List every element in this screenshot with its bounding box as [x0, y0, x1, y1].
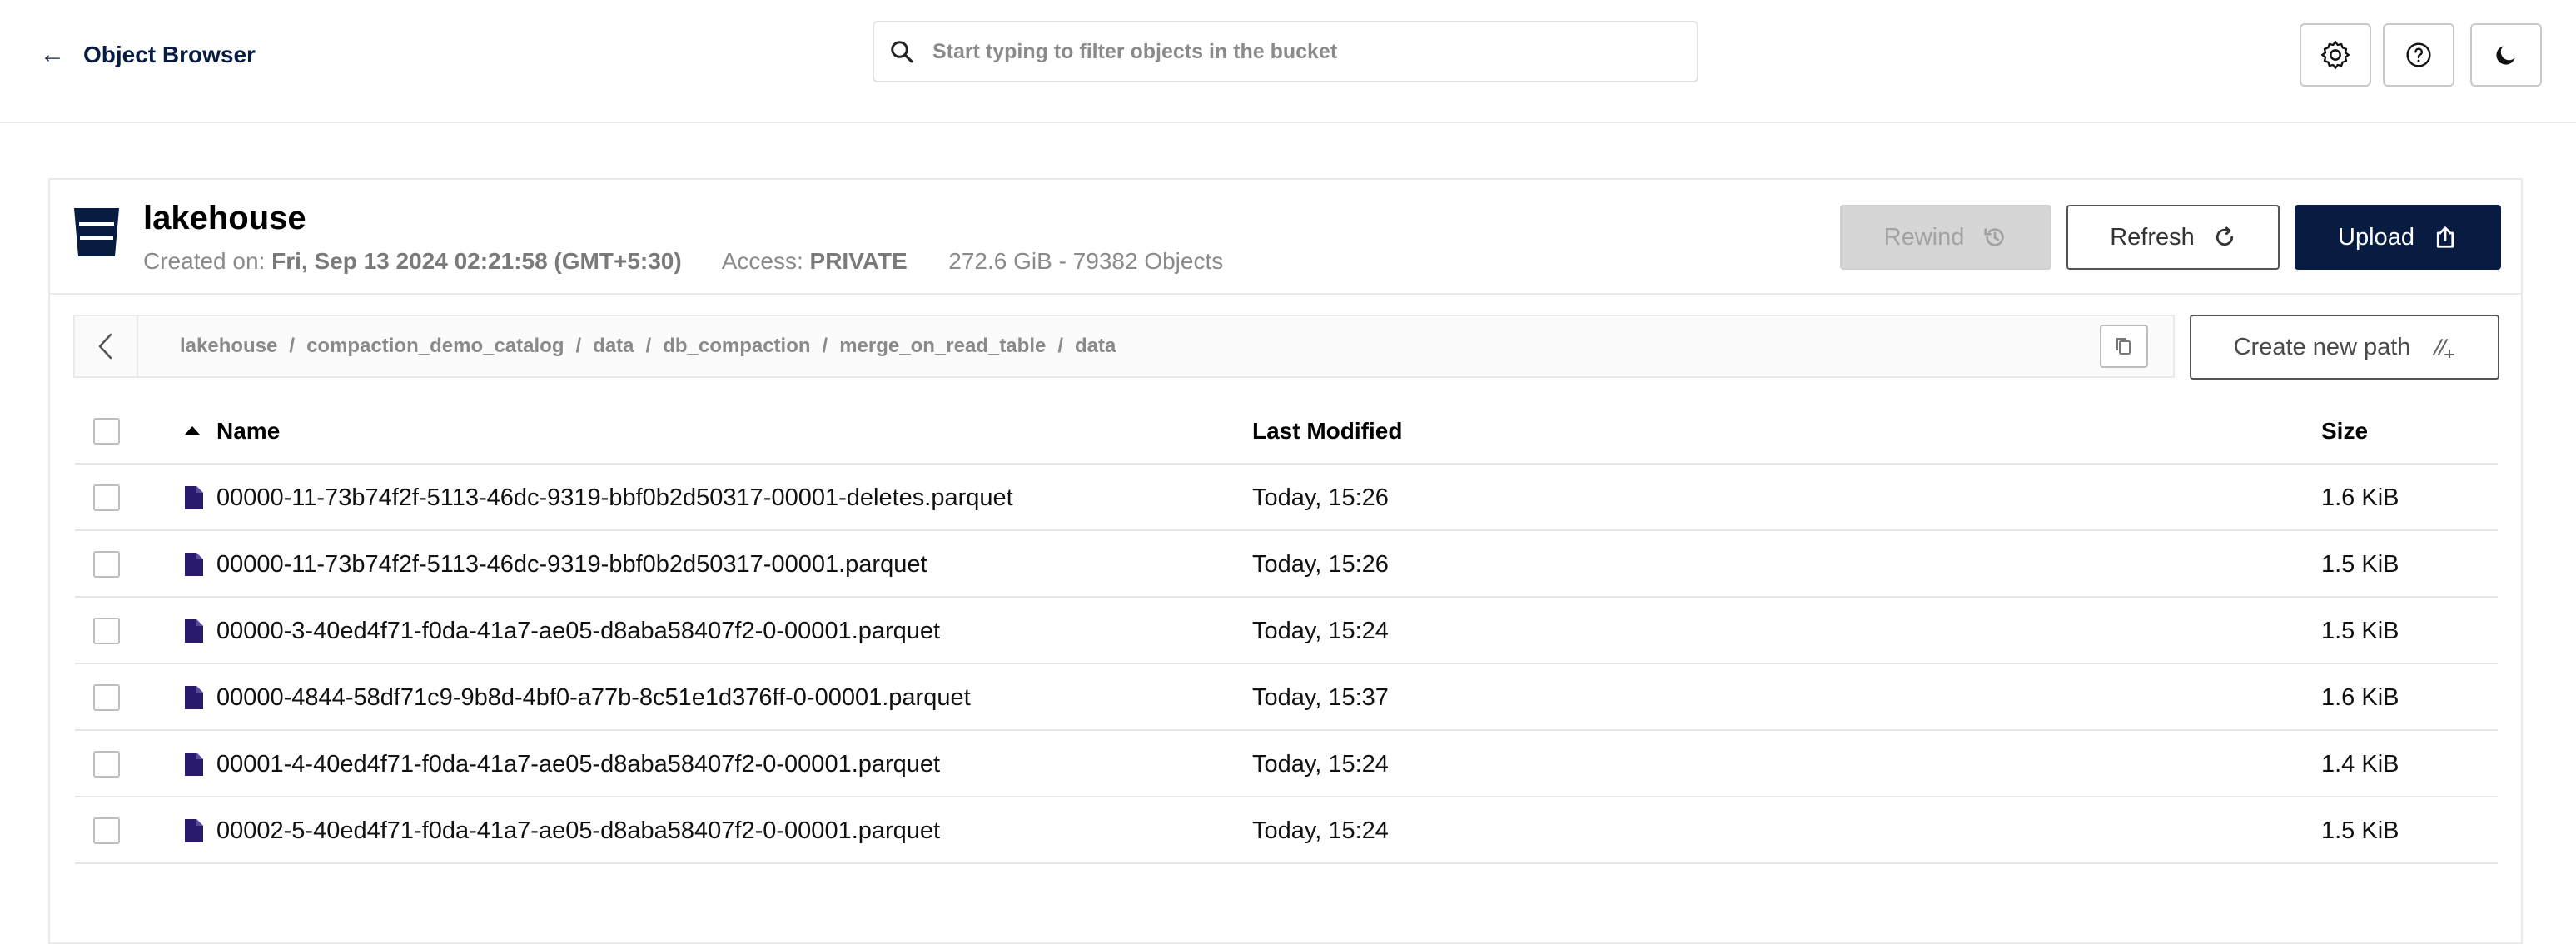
file-icon: [185, 486, 203, 509]
last-modified: Today, 15:24: [1252, 618, 1389, 644]
new-path-icon: [2433, 339, 2455, 358]
search-icon: [891, 41, 913, 63]
file-icon: [185, 819, 203, 842]
search-input[interactable]: [931, 38, 1683, 65]
refresh-label: Refresh: [2110, 223, 2195, 251]
back-label: Object Browser: [83, 42, 256, 67]
file-icon: [185, 553, 203, 576]
file-name[interactable]: 00000-3-40ed4f71-f0da-41a7-ae05-d8aba584…: [216, 618, 940, 645]
breadcrumb-item[interactable]: data: [593, 335, 634, 357]
access-label: Access:: [721, 248, 803, 274]
sort-ascending-icon[interactable]: [183, 425, 201, 436]
bucket-usage: 272.6 GiB - 79382 Objects: [948, 248, 1224, 274]
refresh-icon: [2215, 226, 2233, 246]
upload-label: Upload: [2338, 223, 2414, 251]
breadcrumb-item[interactable]: lakehouse: [180, 335, 277, 357]
history-icon: [1984, 228, 2005, 246]
last-modified: Today, 15:24: [1252, 817, 1389, 844]
row-checkbox[interactable]: [93, 484, 120, 511]
breadcrumb-item[interactable]: compaction_demo_catalog: [306, 335, 564, 357]
bucket-meta: Created on: Fri, Sep 13 2024 02:21:58 (G…: [143, 248, 1223, 275]
file-size: 1.4 KiB: [2321, 751, 2399, 778]
breadcrumb: lakehouse / compaction_demo_catalog / data / d…: [180, 335, 1116, 357]
breadcrumb-back-button[interactable]: [75, 316, 138, 376]
create-new-path-button[interactable]: Create new path: [2190, 315, 2499, 380]
last-modified: Today, 15:26: [1252, 551, 1389, 578]
help-icon: [2406, 42, 2431, 67]
bucket-name: lakehouse: [143, 200, 306, 236]
file-icon: [185, 753, 203, 776]
back-to-object-browser[interactable]: ← Object Browser: [40, 37, 256, 73]
bucket-icon: [74, 208, 119, 256]
breadcrumb-item[interactable]: data: [1075, 335, 1116, 357]
file-size: 1.6 KiB: [2321, 484, 2399, 511]
table-row[interactable]: 00002-5-40ed4f71-f0da-41a7-ae05-d8aba584…: [75, 797, 2498, 864]
breadcrumb-item[interactable]: db_compaction: [663, 335, 810, 357]
create-new-path-label: Create new path: [2233, 333, 2411, 360]
last-modified: Today, 15:24: [1252, 751, 1389, 778]
last-modified: Today, 15:26: [1252, 484, 1389, 511]
row-checkbox[interactable]: [93, 618, 120, 644]
copy-path-button[interactable]: [2100, 325, 2148, 368]
table-row[interactable]: 00000-3-40ed4f71-f0da-41a7-ae05-d8aba584…: [75, 598, 2498, 664]
file-name[interactable]: 00001-4-40ed4f71-f0da-41a7-ae05-d8aba584…: [216, 751, 940, 778]
name-column-header[interactable]: Name: [216, 418, 280, 445]
row-checkbox[interactable]: [93, 684, 120, 711]
file-name[interactable]: 00002-5-40ed4f71-f0da-41a7-ae05-d8aba584…: [216, 817, 940, 845]
table-row[interactable]: 00000-4844-58df71c9-9b8d-4bf0-a77b-8c51e…: [75, 664, 2498, 731]
refresh-button[interactable]: Refresh: [2066, 205, 2280, 270]
last-modified-column-header[interactable]: Last Modified: [1252, 418, 1402, 445]
rewind-label: Rewind: [1883, 223, 1965, 251]
access-value: PRIVATE: [809, 248, 908, 274]
table-row[interactable]: 00001-4-40ed4f71-f0da-41a7-ae05-d8aba584…: [75, 731, 2498, 797]
upload-button[interactable]: Upload: [2295, 205, 2501, 270]
file-size: 1.5 KiB: [2321, 618, 2399, 644]
file-size: 1.6 KiB: [2321, 684, 2399, 711]
settings-button[interactable]: [2300, 23, 2371, 87]
search-box[interactable]: [873, 21, 1698, 82]
copy-icon: [2116, 338, 2131, 355]
file-icon: [185, 619, 203, 643]
objects-table: Name Last Modified Size 00000-11-73b74f2…: [75, 398, 2498, 864]
row-checkbox[interactable]: [93, 551, 120, 578]
table-row[interactable]: 00000-11-73b74f2f-5113-46dc-9319-bbf0b2d…: [75, 465, 2498, 531]
moon-icon: [2496, 46, 2515, 65]
breadcrumb-item[interactable]: merge_on_read_table: [839, 335, 1046, 357]
select-all-checkbox[interactable]: [93, 418, 120, 445]
table-header: Name Last Modified Size: [75, 398, 2498, 465]
dark-mode-button[interactable]: [2470, 23, 2542, 87]
breadcrumb-bar: lakehouse / compaction_demo_catalog / data / d…: [73, 315, 2175, 378]
bucket-card: lakehouse Created on: Fri, Sep 13 2024 0…: [48, 178, 2523, 944]
file-size: 1.5 KiB: [2321, 551, 2399, 578]
file-icon: [185, 686, 203, 709]
file-name[interactable]: 00000-11-73b74f2f-5113-46dc-9319-bbf0b2d…: [216, 551, 927, 579]
file-name[interactable]: 00000-11-73b74f2f-5113-46dc-9319-bbf0b2d…: [216, 484, 1013, 512]
last-modified: Today, 15:37: [1252, 684, 1389, 711]
file-size: 1.5 KiB: [2321, 817, 2399, 844]
settings-icon: [2321, 41, 2350, 70]
created-label: Created on:: [143, 248, 266, 274]
bucket-header: lakehouse Created on: Fri, Sep 13 2024 0…: [50, 180, 2521, 295]
size-column-header[interactable]: Size: [2321, 418, 2368, 445]
chevron-left-icon: [98, 333, 112, 360]
file-name[interactable]: 00000-4844-58df71c9-9b8d-4bf0-a77b-8c51e…: [216, 684, 971, 712]
row-checkbox[interactable]: [93, 817, 120, 844]
back-arrow-icon: ←: [40, 41, 65, 68]
upload-icon: [2436, 226, 2454, 248]
table-row[interactable]: 00000-11-73b74f2f-5113-46dc-9319-bbf0b2d…: [75, 531, 2498, 598]
row-checkbox[interactable]: [93, 751, 120, 778]
rewind-button[interactable]: Rewind: [1840, 205, 2051, 270]
created-value: Fri, Sep 13 2024 02:21:58 (GMT+5:30): [271, 248, 682, 274]
top-bar: ← Object Browser: [0, 0, 2576, 123]
help-button[interactable]: [2383, 23, 2454, 87]
